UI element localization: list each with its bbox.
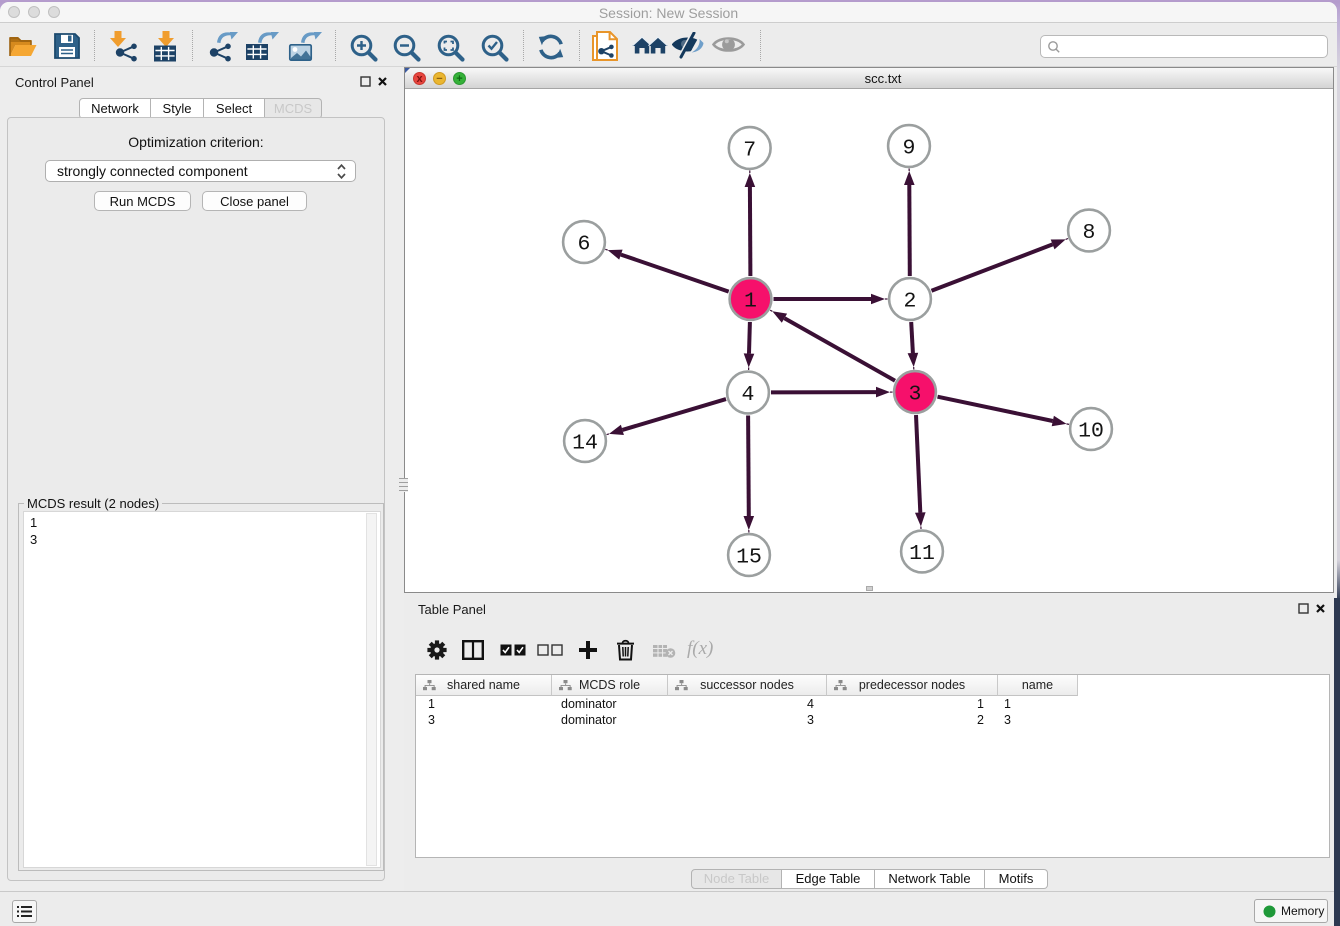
svg-text:14: 14 xyxy=(572,431,598,455)
svg-text:6: 6 xyxy=(578,232,591,256)
svg-text:11: 11 xyxy=(909,542,935,566)
svg-text:10: 10 xyxy=(1078,419,1104,443)
svg-text:7: 7 xyxy=(743,138,756,162)
svg-text:4: 4 xyxy=(742,383,755,407)
svg-text:8: 8 xyxy=(1083,221,1096,245)
svg-text:3: 3 xyxy=(909,382,922,406)
svg-text:2: 2 xyxy=(904,289,917,313)
svg-text:15: 15 xyxy=(736,545,762,569)
svg-text:9: 9 xyxy=(903,136,916,160)
svg-text:1: 1 xyxy=(744,289,757,313)
